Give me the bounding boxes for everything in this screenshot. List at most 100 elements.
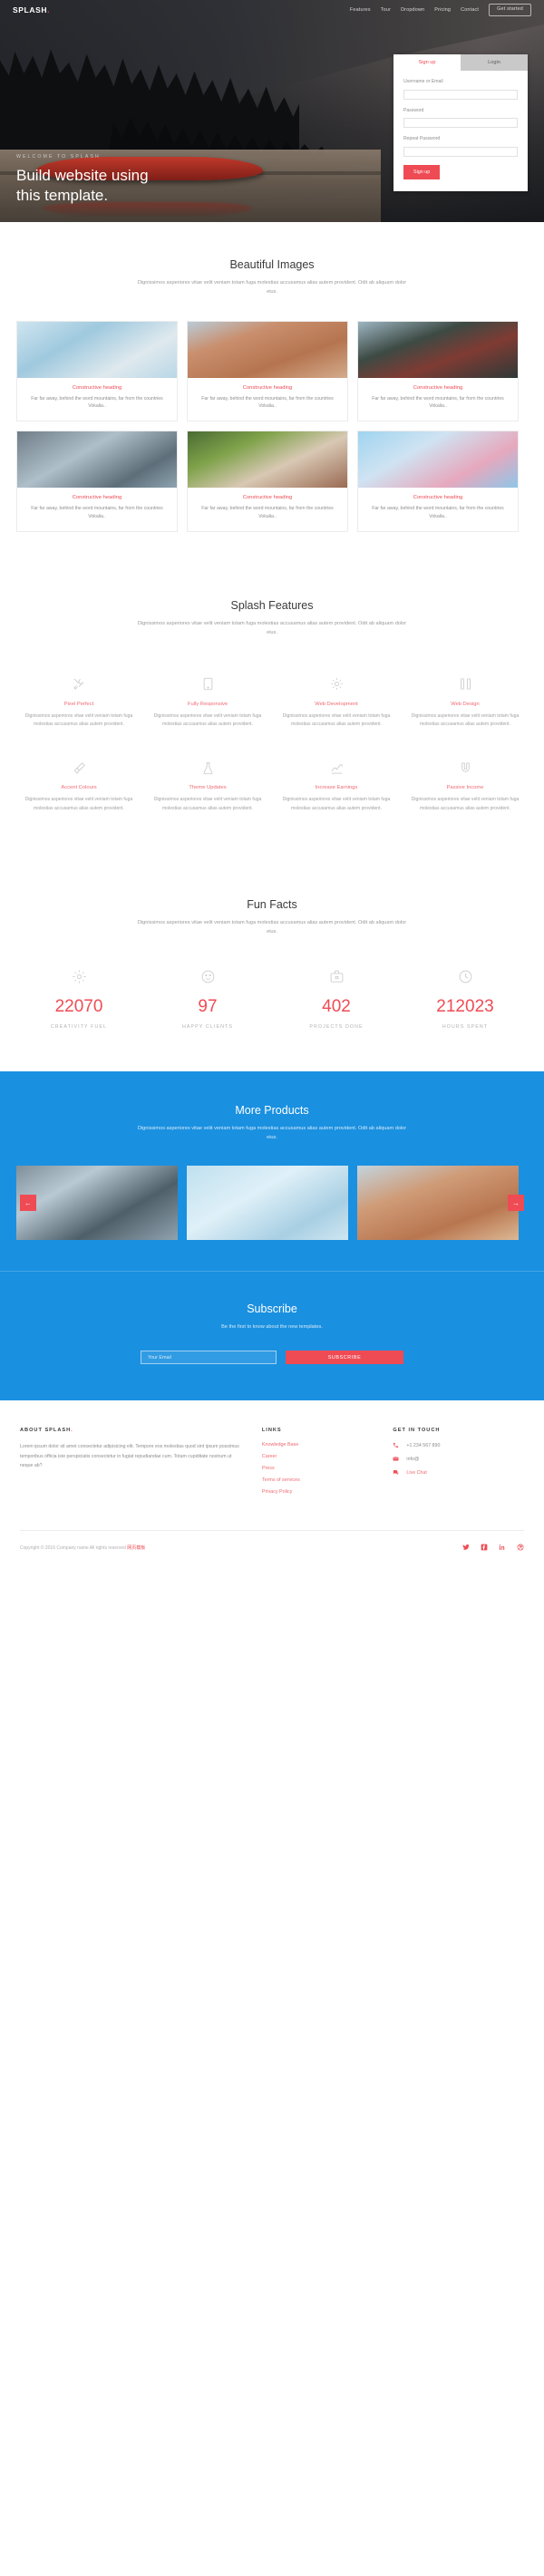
briefcase-icon	[272, 966, 401, 988]
subscribe-section-subtitle: Be the first to know about the new templ…	[221, 1324, 323, 1331]
fact-number: 212023	[436, 996, 494, 1016]
footer-about-heading: ABOUT SPLASH.	[20, 1428, 246, 1433]
footer-link-privacy[interactable]: Privacy Policy	[262, 1489, 393, 1495]
feature-item: Theme Updates Dignissimos asperiores vit…	[143, 745, 272, 829]
signup-submit-button[interactable]: Sign up	[403, 164, 441, 179]
image-card[interactable]: Constructive heading Far far away, behin…	[187, 320, 348, 422]
contact-phone-row: +1 234 567 890	[393, 1442, 524, 1448]
image-card[interactable]: Constructive heading Far far away, behin…	[357, 431, 519, 532]
fact-item: 212023 HOURS SPENT	[401, 966, 529, 1030]
tab-login[interactable]: Login	[461, 54, 528, 71]
products-section-header: More Products Dignissimos asperiores vit…	[0, 1104, 544, 1143]
nav-item-contact[interactable]: Contact	[461, 7, 479, 13]
product-slide[interactable]	[16, 1166, 178, 1241]
features-section-header: Splash Features Dignissimos asperiores v…	[0, 599, 544, 638]
card-title: Constructive heading	[413, 384, 463, 391]
card-thumbnail	[17, 321, 177, 378]
footer-link-career[interactable]: Career	[262, 1454, 393, 1459]
fact-item: 22070 CREATIVITY FUEL	[15, 966, 143, 1030]
fact-number: 22070	[54, 996, 103, 1016]
feature-text: Dignissimos asperiores vitae velit venia…	[411, 712, 520, 727]
footer-about-heading-text: ABOUT SPLASH	[20, 1428, 72, 1434]
nav-links: Features Tour Dropdown Pricing Contact G…	[350, 4, 531, 16]
social-links	[462, 1544, 524, 1551]
products-section-title: More Products	[235, 1103, 309, 1117]
subscribe-section: Subscribe Be the first to know about the…	[0, 1271, 544, 1401]
nav-item-dropdown[interactable]: Dropdown	[401, 7, 424, 13]
images-section: Beautiful Images Dignissimos asperiores …	[0, 222, 544, 568]
nav-item-tour[interactable]: Tour	[381, 7, 391, 13]
feature-item: Accent Colours Dignissimos asperiores vi…	[15, 745, 143, 829]
subscribe-section-header: Subscribe Be the first to know about the…	[0, 1303, 544, 1332]
carousel-next-button[interactable]: →	[508, 1195, 524, 1212]
feature-item: Pixel Perfect Dignissimos asperiores vit…	[15, 662, 143, 746]
product-slide[interactable]	[187, 1166, 348, 1241]
card-title: Constructive heading	[242, 495, 293, 501]
footer-about-heading-dot: .	[71, 1428, 73, 1434]
carousel-prev-button[interactable]: ←	[20, 1195, 36, 1212]
footer-about-column: ABOUT SPLASH. Lorem ipsum dolor sit amet…	[20, 1428, 262, 1501]
repeat-password-label: Repeat Password	[403, 136, 441, 141]
username-input[interactable]	[403, 89, 518, 100]
product-slide[interactable]	[357, 1166, 519, 1241]
password-input[interactable]	[403, 118, 518, 128]
card-title: Constructive heading	[413, 495, 463, 501]
footer-links-heading: LINKS	[261, 1428, 282, 1434]
repeat-password-input[interactable]	[403, 146, 518, 157]
card-body: Constructive heading Far far away, behin…	[17, 378, 177, 421]
twitter-icon[interactable]	[462, 1544, 470, 1551]
features-section-title: Splash Features	[230, 598, 314, 612]
contact-phone-text: +1 234 567 890	[406, 1442, 441, 1448]
card-title: Constructive heading	[72, 495, 122, 501]
facebook-icon[interactable]	[481, 1544, 488, 1551]
dribbble-icon[interactable]	[517, 1544, 524, 1551]
image-card[interactable]: Constructive heading Far far away, behin…	[187, 431, 348, 532]
linkedin-icon[interactable]	[499, 1544, 506, 1551]
image-card-grid: Constructive heading Far far away, behin…	[0, 320, 544, 532]
card-thumbnail	[358, 431, 518, 489]
footer-about-text: Lorem ipsum dolor sit amet consectetur a…	[20, 1444, 239, 1468]
nav-item-pricing[interactable]: Pricing	[434, 7, 451, 13]
image-card[interactable]: Constructive heading Far far away, behin…	[357, 320, 519, 422]
subscribe-button[interactable]: SUBSCRIBE	[286, 1351, 403, 1365]
mail-icon	[393, 1456, 400, 1462]
tab-signup[interactable]: Sign up	[393, 54, 461, 71]
magnet-icon	[409, 758, 521, 778]
card-title: Constructive heading	[242, 384, 293, 391]
contact-chat-row[interactable]: Live Chat	[393, 1469, 524, 1476]
card-text: Far far away, behind the word mountains,…	[31, 395, 163, 410]
landing-page: SPLASH. Features Tour Dropdown Pricing C…	[0, 0, 544, 1583]
copyright-cn: 网页模板	[127, 1545, 146, 1551]
feature-title: Theme Updates	[189, 785, 227, 791]
feature-item: Web Design Dignissimos asperiores vitae …	[401, 662, 529, 746]
products-carousel: ← →	[0, 1166, 544, 1241]
footer-link-knowledge-base[interactable]: Knowledge Base	[262, 1442, 393, 1448]
feature-title: Increase Earnings	[315, 785, 358, 791]
brand-logo[interactable]: SPLASH.	[13, 5, 50, 15]
card-body: Constructive heading Far far away, behin…	[188, 488, 347, 531]
contact-chat-text: Live Chat	[406, 1469, 427, 1476]
image-card[interactable]: Constructive heading Far far away, behin…	[16, 320, 178, 422]
feature-text: Dignissimos asperiores vitae velit venia…	[411, 797, 520, 811]
image-card[interactable]: Constructive heading Far far away, behin…	[16, 431, 178, 532]
footer-link-press[interactable]: Press	[262, 1466, 393, 1471]
feature-title: Passive Income	[446, 785, 484, 791]
card-body: Constructive heading Far far away, behin…	[358, 488, 518, 531]
feature-title: Fully Responsive	[187, 701, 228, 707]
gear-icon	[15, 966, 143, 988]
footer-links-column: LINKS Knowledge Base Career Press Terms …	[262, 1428, 393, 1501]
brand-name: SPLASH	[13, 5, 48, 15]
flask-icon	[151, 758, 264, 778]
feature-title: Web Development	[315, 701, 358, 707]
footer-link-terms[interactable]: Terms of services	[262, 1477, 393, 1483]
tools-icon	[23, 674, 135, 694]
hero-eyebrow: WELCOME TO SPLASH	[16, 154, 101, 160]
hero-title-line-2: this template.	[16, 186, 109, 204]
subscribe-email-input[interactable]	[141, 1351, 277, 1365]
nav-item-features[interactable]: Features	[350, 7, 371, 13]
card-body: Constructive heading Far far away, behin…	[17, 488, 177, 531]
get-started-button[interactable]: Get started	[489, 4, 531, 16]
products-track	[16, 1166, 528, 1241]
footer-contact-column: GET IN TOUCH +1 234 567 890 info@ Live C…	[393, 1428, 524, 1501]
card-text: Far far away, behind the word mountains,…	[372, 506, 504, 520]
